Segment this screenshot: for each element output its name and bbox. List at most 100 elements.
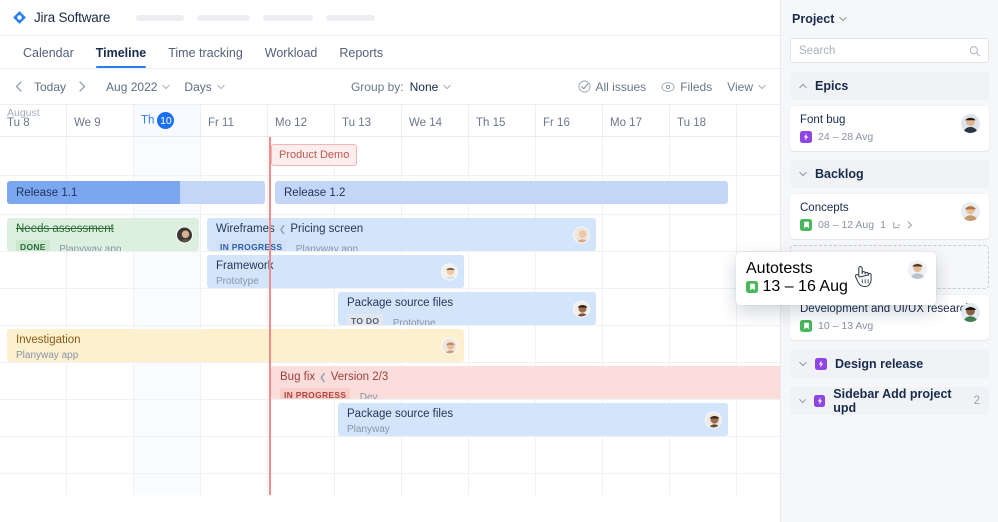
placeholder-pill bbox=[263, 15, 313, 21]
date-column-4: Mo 12 bbox=[268, 105, 335, 136]
date-label: Mo 12 bbox=[275, 117, 307, 129]
all-issues-label: All issues bbox=[596, 80, 647, 94]
placeholder-pill bbox=[326, 15, 375, 21]
task-meta: DONE Planyway app bbox=[16, 239, 190, 252]
tab-workload[interactable]: Workload bbox=[254, 47, 329, 69]
task-title: Framework bbox=[216, 261, 455, 273]
epic-row-sidebar-add-project[interactable]: Sidebar Add project upd 2 bbox=[790, 387, 989, 415]
status-badge: DONE bbox=[16, 240, 50, 251]
card-dates: 24 – 28 Avg bbox=[818, 131, 873, 143]
search-icon bbox=[969, 45, 980, 57]
task-bar-investigation[interactable]: Investigation Planyway app bbox=[7, 329, 464, 362]
task-title: Bug fix❮Version 2/3 bbox=[280, 372, 772, 384]
sidebar-project-selector[interactable]: Project bbox=[790, 0, 989, 38]
avatar bbox=[573, 300, 590, 317]
grid-row-line bbox=[0, 288, 780, 289]
chevron-down-icon bbox=[758, 83, 766, 91]
release-bar-2[interactable]: Release 1.2 bbox=[275, 181, 728, 204]
card-dates: 10 – 13 Avg bbox=[818, 320, 873, 332]
chevron-down-icon bbox=[162, 83, 170, 91]
tab-timeline[interactable]: Timeline bbox=[85, 47, 157, 69]
avatar bbox=[961, 202, 980, 221]
date-column-1: We 9 bbox=[67, 105, 134, 136]
avatar-woman-blonde-icon bbox=[961, 202, 980, 221]
date-label: We 14 bbox=[409, 117, 442, 129]
story-bookmark-icon bbox=[746, 281, 758, 293]
prev-period-button[interactable] bbox=[8, 77, 28, 97]
chevron-down-icon bbox=[799, 397, 806, 405]
tab-time-tracking[interactable]: Time tracking bbox=[157, 47, 254, 69]
fields-label: Fileds bbox=[680, 80, 712, 94]
dragged-card-autotests[interactable]: Autotests 13 – 16 Aug bbox=[736, 252, 936, 305]
tab-calendar[interactable]: Calendar bbox=[12, 47, 85, 69]
group-by-value-label: None bbox=[410, 80, 439, 94]
today-button[interactable]: Today bbox=[28, 80, 72, 94]
timeline-grid: Product Demo Release 1.1 Release 1.2 Nee… bbox=[0, 137, 780, 495]
nav-tabs: Calendar Timeline Time tracking Workload… bbox=[0, 36, 780, 69]
chevron-right-small-icon[interactable] bbox=[907, 221, 913, 229]
bolt-glyph-icon bbox=[817, 360, 825, 368]
card-meta: 24 – 28 Avg bbox=[800, 131, 980, 143]
month-selector[interactable]: Aug 2022 bbox=[106, 80, 170, 94]
task-title: Wireframes❮Pricing screen bbox=[216, 224, 587, 236]
card-font-bug[interactable]: Font bug 24 – 28 Avg bbox=[790, 106, 989, 151]
grid-row-line bbox=[0, 214, 780, 215]
date-label: Fr 11 bbox=[208, 117, 234, 129]
epic-row-title: Design release bbox=[835, 357, 923, 371]
next-period-button[interactable] bbox=[72, 77, 92, 97]
card-title: Concepts bbox=[800, 202, 980, 214]
brand-name: Jira Software bbox=[34, 10, 110, 25]
task-project: Prototype bbox=[393, 318, 436, 326]
card-title: Font bug bbox=[800, 114, 980, 126]
tab-reports[interactable]: Reports bbox=[328, 47, 394, 69]
task-bar-needs-assessment[interactable]: Needs assessment DONE Planyway app bbox=[7, 218, 199, 251]
fields-button[interactable]: Fileds bbox=[661, 80, 712, 94]
task-bar-content: Package source files TO DO Prototype bbox=[338, 292, 596, 325]
task-bar-package-source-files-prototype[interactable]: Package source files TO DO Prototype bbox=[338, 292, 596, 325]
task-title: Package source files bbox=[347, 298, 587, 310]
bookmark-glyph-icon bbox=[749, 283, 756, 291]
avatar bbox=[961, 114, 980, 133]
placeholder-pill bbox=[197, 15, 250, 21]
scale-selector-label: Days bbox=[184, 80, 211, 94]
brand-logo[interactable]: Jira Software bbox=[12, 10, 110, 25]
chevron-down-icon bbox=[799, 170, 807, 178]
epic-row-title: Sidebar Add project upd bbox=[833, 387, 965, 415]
date-weekday: Th bbox=[141, 115, 154, 127]
release-bar-1[interactable]: Release 1.1 bbox=[7, 181, 265, 204]
search-input[interactable] bbox=[799, 45, 969, 57]
task-bar-package-source-files-planyway[interactable]: Package source files Planyway bbox=[338, 403, 728, 436]
section-header-epics[interactable]: Epics bbox=[790, 72, 989, 100]
card-concepts[interactable]: Concepts 08 – 12 Aug 1 bbox=[790, 194, 989, 239]
task-bar-content: Needs assessment DONE Planyway app bbox=[7, 218, 199, 251]
card-title: Autotests bbox=[746, 260, 927, 278]
grid-row-line bbox=[0, 175, 780, 176]
task-bar-bug-fix[interactable]: Bug fix❮Version 2/3 IN PROGRESS Dev bbox=[271, 366, 781, 399]
sidebar-search[interactable] bbox=[790, 38, 989, 63]
date-column-11 bbox=[737, 105, 781, 136]
task-project: Planyway bbox=[347, 424, 719, 435]
epic-row-design-release[interactable]: Design release bbox=[790, 350, 989, 378]
date-column-10: Tu 18 bbox=[670, 105, 737, 136]
today-badge: 10 bbox=[157, 112, 174, 129]
grid-row-line bbox=[0, 325, 780, 326]
date-label: Mo 17 bbox=[610, 117, 642, 129]
group-by-value[interactable]: None bbox=[410, 80, 452, 94]
task-bar-content: Bug fix❮Version 2/3 IN PROGRESS Dev bbox=[271, 366, 781, 399]
main-panel: Jira Software Calendar Timeline Time tra… bbox=[0, 0, 781, 522]
link-chevron-icon: ❮ bbox=[319, 372, 327, 382]
today-marker-line bbox=[269, 137, 271, 495]
view-menu[interactable]: View bbox=[727, 80, 766, 94]
epic-bolt-icon bbox=[800, 131, 812, 143]
chevron-left-icon bbox=[15, 81, 22, 92]
scale-selector[interactable]: Days bbox=[184, 80, 224, 94]
task-linked-title: Version 2/3 bbox=[331, 371, 389, 383]
chevron-down-icon bbox=[799, 360, 807, 368]
grid-row-line bbox=[0, 436, 780, 437]
section-header-backlog[interactable]: Backlog bbox=[790, 160, 989, 188]
task-bar-wireframes[interactable]: Wireframes❮Pricing screen IN PROGRESS Pl… bbox=[207, 218, 596, 251]
group-by-label: Group by: bbox=[351, 80, 404, 94]
all-issues-filter[interactable]: All issues bbox=[578, 80, 647, 94]
task-bar-framework[interactable]: Framework Prototype bbox=[207, 255, 464, 288]
milestone-product-demo[interactable]: Product Demo bbox=[271, 144, 357, 166]
